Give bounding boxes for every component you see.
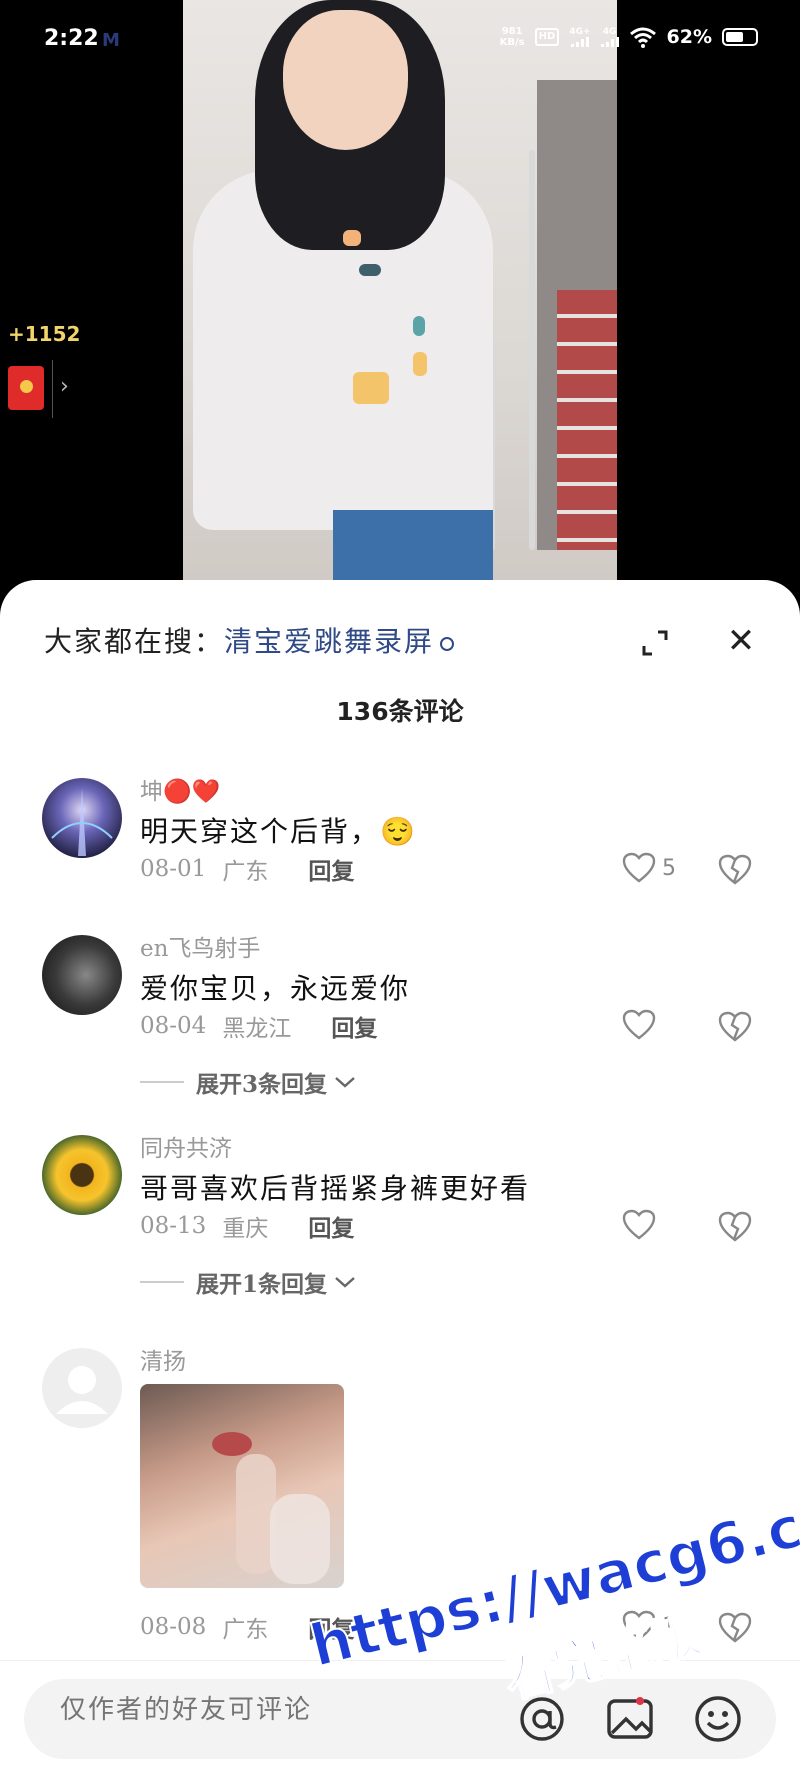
dislike-heart-icon[interactable] xyxy=(718,1612,752,1644)
shirt-print xyxy=(343,230,361,246)
sim1-network-type: 4G+ xyxy=(569,27,591,37)
dislike-heart-icon[interactable] xyxy=(718,854,752,886)
hd-voice-icon: HD xyxy=(534,28,560,46)
sim1-signal-icon: 4G+ xyxy=(569,27,591,47)
comment-username[interactable]: 清扬 xyxy=(140,1342,186,1376)
like-count: 5 xyxy=(662,855,676,881)
shirt-print xyxy=(359,264,381,276)
network-speed-unit: KB/s xyxy=(499,37,525,48)
video-background-stairs xyxy=(557,290,617,550)
status-bar: 2:22 M 981 KB/s HD 4G+ 4G 62% xyxy=(0,0,800,80)
app-notification-icon: M xyxy=(102,30,120,51)
comment-text: 明天穿这个后背，😌 xyxy=(140,815,417,848)
comment-count: 136条评论 xyxy=(336,697,464,726)
shirt-print xyxy=(413,352,427,376)
red-packet-icon[interactable] xyxy=(8,366,44,410)
battery-icon xyxy=(722,28,758,46)
heart-icon xyxy=(622,1209,656,1240)
comment-date: 08-04 xyxy=(140,1013,207,1039)
reply-button[interactable]: 回复 xyxy=(331,1009,377,1043)
battery-percent: 62% xyxy=(666,26,712,48)
dislike-heart-icon[interactable] xyxy=(718,1211,752,1243)
comment-username[interactable]: 同舟共济 xyxy=(140,1129,232,1163)
like-count: 1 xyxy=(662,1613,676,1639)
comment-date: 08-08 xyxy=(140,1614,207,1640)
close-icon[interactable]: ✕ xyxy=(724,624,758,658)
heart-icon xyxy=(622,852,656,883)
coin-reward-count: +1152 xyxy=(8,322,81,346)
comment-date: 08-13 xyxy=(140,1213,207,1239)
search-icon[interactable] xyxy=(440,637,455,651)
heart-icon xyxy=(622,1009,656,1040)
reply-button[interactable]: 回复 xyxy=(308,852,354,886)
comment-location: 黑龙江 xyxy=(222,1016,292,1042)
trending-search[interactable]: 大家都在搜： 清宝爱跳舞录屏 xyxy=(44,620,455,660)
reply-button[interactable]: 回复 xyxy=(308,1209,354,1243)
shirt-print xyxy=(353,372,389,404)
comment-location: 广东 xyxy=(222,1617,269,1643)
like-button[interactable]: 5 xyxy=(622,852,676,884)
like-button[interactable] xyxy=(622,1009,662,1041)
default-avatar-icon[interactable] xyxy=(42,1348,122,1428)
shirt-print xyxy=(413,316,425,336)
comment-input-bar xyxy=(0,1660,800,1778)
avatar[interactable] xyxy=(42,935,122,1015)
comment-meta: 08-08 广东 回复 xyxy=(140,1610,354,1644)
network-speed: 981 KB/s xyxy=(500,26,525,48)
chevron-right-icon[interactable]: › xyxy=(60,374,69,399)
comment-meta: 08-13 重庆 回复 xyxy=(140,1209,354,1243)
reply-button[interactable]: 回复 xyxy=(308,1610,354,1644)
network-speed-value: 981 xyxy=(501,26,523,37)
comment-image[interactable] xyxy=(140,1384,344,1588)
avatar[interactable] xyxy=(42,778,122,858)
avatar[interactable] xyxy=(42,1135,122,1215)
comment-location: 重庆 xyxy=(222,1216,269,1242)
image-icon[interactable] xyxy=(604,1693,656,1745)
sim2-signal-icon: 4G xyxy=(600,27,619,47)
divider xyxy=(52,360,53,418)
video-handrail xyxy=(529,150,535,550)
comment-meta: 08-01 广东 回复 xyxy=(140,852,354,886)
at-icon[interactable] xyxy=(516,1693,568,1745)
wifi-icon xyxy=(629,27,656,48)
emoji-icon[interactable] xyxy=(692,1693,744,1745)
video-player[interactable] xyxy=(183,0,617,600)
comment-username[interactable]: 坤🔴❤️ xyxy=(140,772,220,806)
comment-meta: 08-04 黑龙江 回复 xyxy=(140,1009,377,1043)
dislike-heart-icon[interactable] xyxy=(718,1011,752,1043)
comment-username[interactable]: en飞鸟射手 xyxy=(140,929,260,963)
heart-icon xyxy=(622,1610,656,1641)
comment-text: 哥哥喜欢后背摇紧身裤更好看 xyxy=(140,1172,531,1205)
expand-icon[interactable] xyxy=(640,628,670,658)
expand-replies-button[interactable]: 展开1条回复 xyxy=(140,1265,357,1299)
expand-replies-label: 展开3条回复 xyxy=(196,1071,328,1098)
like-button[interactable]: 1 xyxy=(622,1610,676,1642)
expand-replies-button[interactable]: 展开3条回复 xyxy=(140,1065,357,1099)
trending-search-link[interactable]: 清宝爱跳舞录屏 xyxy=(224,620,434,660)
comment-date: 08-01 xyxy=(140,856,207,882)
comment-input[interactable] xyxy=(60,1695,440,1725)
comment-location: 广东 xyxy=(222,859,269,885)
like-button[interactable] xyxy=(622,1209,662,1241)
comment-text: 爱你宝贝，永远爱你 xyxy=(140,972,411,1005)
status-time: 2:22 xyxy=(44,26,99,51)
status-indicators: 981 KB/s HD 4G+ 4G 62% xyxy=(500,26,758,48)
chevron-down-icon xyxy=(335,1277,355,1288)
sim2-network-type: 4G xyxy=(602,27,617,37)
expand-replies-label: 展开1条回复 xyxy=(196,1271,328,1298)
comment-sheet: 大家都在搜： 清宝爱跳舞录屏 ✕ 136条评论 坤🔴❤️ 明天穿这个后背，😌 0… xyxy=(0,580,800,1778)
chevron-down-icon xyxy=(335,1077,355,1088)
trending-search-prefix: 大家都在搜： xyxy=(44,625,225,658)
